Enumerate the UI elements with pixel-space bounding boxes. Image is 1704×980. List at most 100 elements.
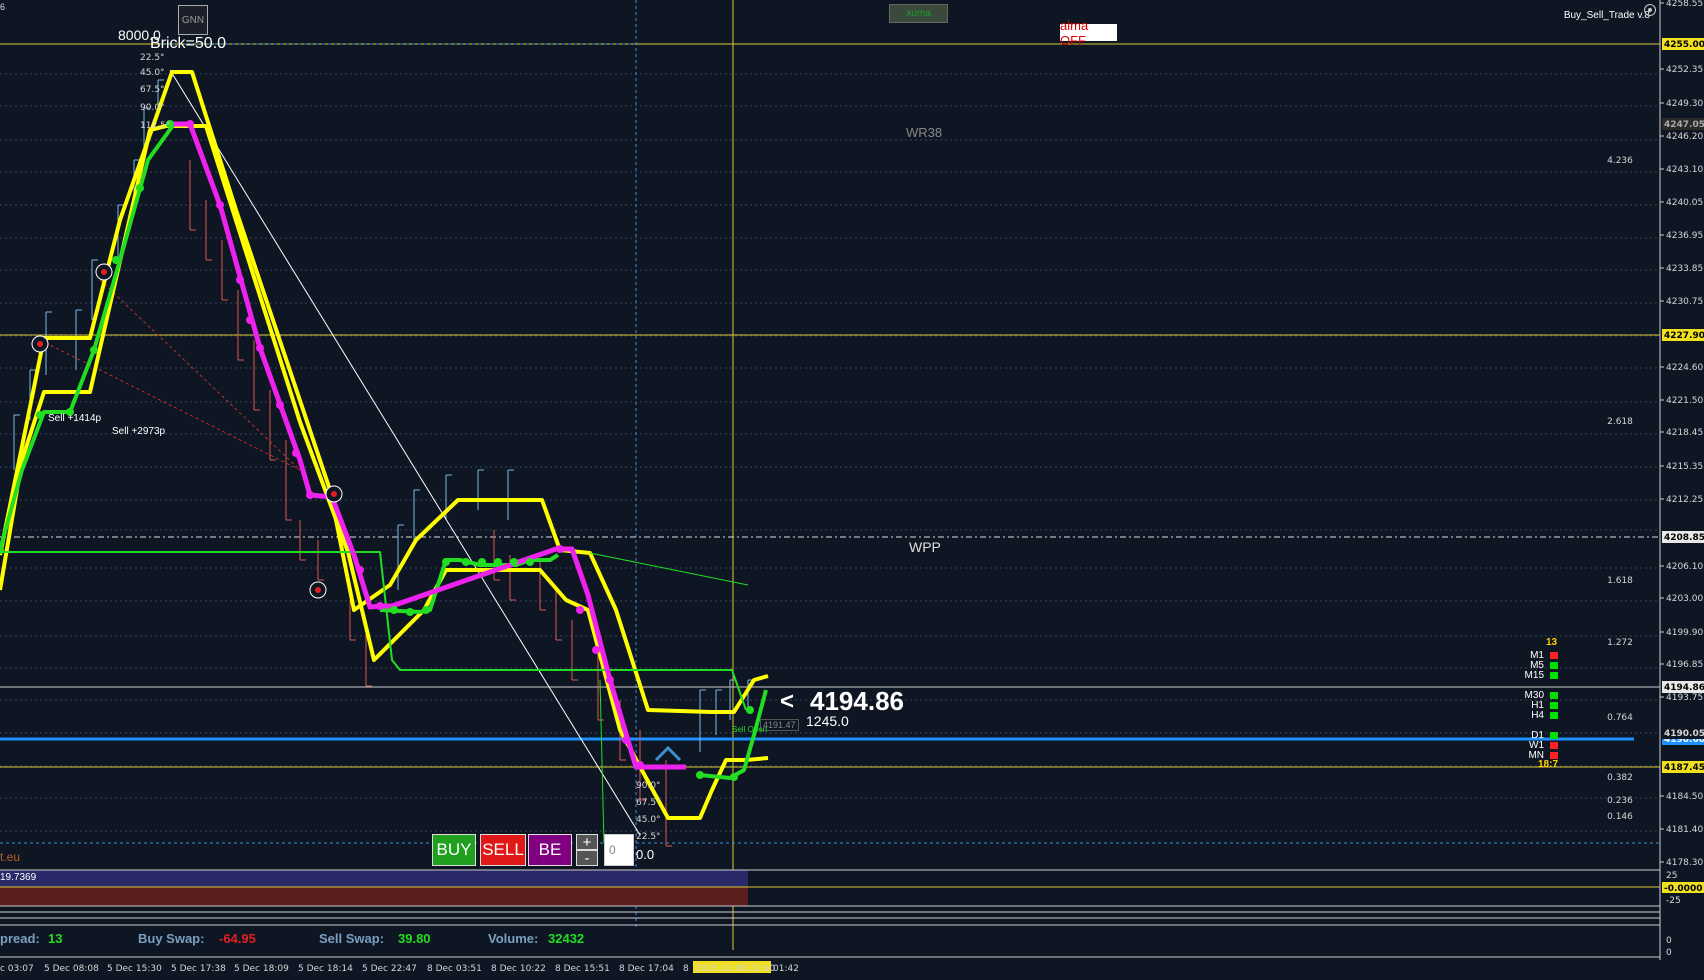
- green-dot: [478, 558, 486, 566]
- sell-label-1: Sell +1414p: [48, 413, 102, 424]
- xuma-label: xuma: [906, 8, 931, 19]
- sub-scale-label: 0: [1666, 948, 1672, 958]
- fib-angle-label: 90.0°: [636, 781, 661, 791]
- price-scale-label: 4184.50: [1666, 792, 1703, 802]
- magenta-dot: [236, 276, 244, 284]
- sell-label-2: Sell +2973p: [112, 426, 166, 437]
- price-scale-label: 4218.45: [1666, 428, 1703, 438]
- tf-count-top: 13: [1546, 637, 1558, 648]
- price-tag-label: 4194.86: [1664, 683, 1704, 693]
- magenta-dot: [376, 602, 384, 610]
- tf-status-h1: [1550, 702, 1558, 709]
- fib-angle-label: 22.5°: [140, 53, 165, 63]
- sub-window-value: 19.7369: [0, 872, 37, 883]
- sell-button[interactable]: SELL: [480, 834, 526, 866]
- time-axis-label: 5 Dec 22:47: [362, 964, 417, 974]
- sell-swap-value: 39.80: [398, 931, 431, 946]
- green-ma-line: [0, 122, 188, 551]
- current-price-arrow: <: [780, 688, 795, 715]
- time-axis-label: 8: [683, 964, 689, 974]
- green-dot: [526, 558, 534, 566]
- price-tag-label: 4208.85: [1664, 533, 1704, 543]
- green-dot: [112, 256, 120, 264]
- lot-plus-button[interactable]: +: [576, 834, 598, 851]
- price-scale-label: 4252.35: [1666, 65, 1703, 75]
- price-scale-label: 4230.75: [1666, 297, 1703, 307]
- magenta-dot: [636, 761, 644, 769]
- sub-scale-label: 0: [1666, 936, 1672, 946]
- sub-window-band-blue: [0, 870, 748, 887]
- price-scale-label: 4212.25: [1666, 495, 1703, 505]
- xuma-button[interactable]: xuma: [889, 4, 948, 23]
- yellow-channel-upper: [0, 70, 769, 714]
- green-dot: [746, 706, 754, 714]
- dashed-red-line: [39, 339, 301, 471]
- tf-status-m5: [1550, 662, 1558, 669]
- spread-value: 13: [48, 931, 63, 946]
- price-scale-label: 4196.85: [1666, 660, 1703, 670]
- price-scale-label: 4178.30: [1666, 858, 1703, 868]
- buy-swap-label: Buy Swap:: [138, 931, 205, 946]
- volume-label: Volume:: [488, 931, 539, 946]
- time-axis-label: 5 Dec 18:09: [234, 964, 289, 974]
- alma-toggle[interactable]: alma OFF: [1060, 18, 1117, 48]
- fib-angle-label: 67.5°: [140, 85, 165, 95]
- magenta-dot: [306, 491, 314, 499]
- tf-status-m15: [1550, 672, 1558, 679]
- fib-level-label: 0.146: [1607, 812, 1633, 822]
- price-scale-label: 4199.90: [1666, 628, 1703, 638]
- price-scale-label: 4249.30: [1666, 99, 1703, 109]
- yellow-channel-lower: [0, 124, 769, 820]
- price-tag-label: 4247.05: [1664, 120, 1704, 130]
- magenta-dot: [276, 401, 284, 409]
- price-scale-label: 4224.60: [1666, 363, 1703, 373]
- trade-marker-icon-dot: [331, 491, 337, 497]
- trade-marker-icon-dot: [37, 341, 43, 347]
- buy-swap-value: -64.95: [219, 931, 256, 946]
- price-scale-label: 4181.40: [1666, 825, 1703, 835]
- sub-scale-label: -25: [1666, 896, 1681, 906]
- tf-status-w1: [1550, 742, 1558, 749]
- tf-label-m15: M15: [1524, 670, 1544, 681]
- time-axis-label: c 03:07: [0, 964, 34, 974]
- green-dot: [442, 558, 450, 566]
- trend-line: [169, 69, 641, 836]
- green-drop-line: [599, 679, 605, 844]
- gnn-button[interactable]: GNN: [178, 5, 208, 35]
- magenta-dot: [356, 566, 364, 574]
- magenta-dot: [606, 676, 614, 684]
- fib-level-label: 0.382: [1607, 773, 1633, 783]
- tf-label-h4: H4: [1531, 710, 1544, 721]
- be-button[interactable]: BE: [528, 834, 572, 866]
- wpp-label: WPP: [909, 539, 941, 555]
- indicator-settings-icon[interactable]: [1644, 4, 1656, 16]
- chart-canvas[interactable]: 4.236 2.618 1.618 1.272 0.764 0.382 0.236 0.146…: [0, 0, 1704, 980]
- green-dot: [36, 411, 44, 419]
- time-axis-label: 5 Dec 15:30: [107, 964, 162, 974]
- tf-status-m30: [1550, 692, 1558, 699]
- sell-swap-label: Sell Swap:: [319, 931, 385, 946]
- price-scale-label: 4203.00: [1666, 594, 1703, 604]
- magenta-dot: [186, 120, 194, 128]
- green-dot: [696, 771, 704, 779]
- green-dot: [462, 558, 470, 566]
- time-axis-label: 5 Dec 08:08: [44, 964, 99, 974]
- tf-count-bottom: 18:7: [1538, 759, 1559, 770]
- alma-label: alma OFF: [1060, 17, 1089, 48]
- price-scale-label: 4258.55: [1666, 0, 1703, 9]
- lot-input[interactable]: 0: [604, 834, 634, 866]
- lot-minus-button[interactable]: -: [576, 850, 598, 867]
- buy-button[interactable]: BUY: [432, 834, 476, 866]
- green-dot: [406, 608, 414, 616]
- magenta-dot: [292, 449, 300, 457]
- trade-marker-icon-dot: [315, 587, 321, 593]
- time-axis-label: 5 Dec 18:14: [298, 964, 353, 974]
- green-slope-line: [589, 552, 749, 586]
- tf-status-mn: [1550, 752, 1558, 759]
- tf-status-m1: [1550, 652, 1558, 659]
- indicator-title: Buy_Sell_Trade v.8: [1563, 10, 1650, 21]
- magenta-dot: [576, 606, 584, 614]
- green-dot: [422, 606, 430, 614]
- current-price-sub: 1245.0: [806, 713, 849, 729]
- fib-level-label: 0.236: [1607, 796, 1633, 806]
